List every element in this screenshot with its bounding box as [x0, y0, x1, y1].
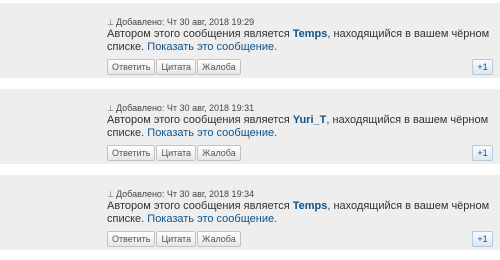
quote-button[interactable]: Цитата — [156, 145, 197, 161]
report-button[interactable]: Жалоба — [197, 59, 241, 75]
post-header: ⊥ Добавлено: Чт 30 авг, 2018 19:29 — [107, 17, 254, 27]
blocked-notice-text: Автором этого сообщения является — [107, 28, 293, 40]
post: ⊥ Добавлено: Чт 30 авг, 2018 19:29 Авторо… — [0, 3, 500, 78]
show-post-link[interactable]: Показать это сообщение. — [147, 127, 277, 139]
post-buttons: Ответить Цитата Жалоба — [107, 59, 242, 75]
post-header: ⊥ Добавлено: Чт 30 авг, 2018 19:31 — [107, 103, 254, 113]
blocked-notice-text: Автором этого сообщения является — [107, 200, 293, 212]
profile-icon: ⊥ — [107, 104, 114, 113]
post-body: Автором этого сообщения является Temps, … — [107, 28, 492, 54]
quote-button[interactable]: Цитата — [156, 231, 197, 247]
post-buttons: Ответить Цитата Жалоба — [107, 231, 242, 247]
plus-one-button[interactable]: +1 — [472, 145, 493, 161]
post-header: ⊥ Добавлено: Чт 30 авг, 2018 19:34 — [107, 189, 254, 199]
reply-button[interactable]: Ответить — [107, 59, 156, 75]
profile-icon: ⊥ — [107, 190, 114, 199]
reply-button[interactable]: Ответить — [107, 231, 156, 247]
show-post-link[interactable]: Показать это сообщение. — [147, 213, 277, 225]
report-button[interactable]: Жалоба — [197, 145, 241, 161]
post-buttons: Ответить Цитата Жалоба — [107, 145, 242, 161]
plus-one-button[interactable]: +1 — [472, 59, 493, 75]
post: ⊥ Добавлено: Чт 30 авг, 2018 19:34 Авторо… — [0, 175, 500, 250]
report-button[interactable]: Жалоба — [197, 231, 241, 247]
post-date: Добавлено: Чт 30 авг, 2018 19:31 — [115, 103, 255, 113]
post-date: Добавлено: Чт 30 авг, 2018 19:29 — [115, 17, 255, 27]
profile-icon: ⊥ — [107, 18, 114, 27]
post-body: Автором этого сообщения является Temps, … — [107, 200, 492, 226]
post: ⊥ Добавлено: Чт 30 авг, 2018 19:31 Авторо… — [0, 89, 500, 164]
show-post-link[interactable]: Показать это сообщение. — [147, 41, 277, 53]
quote-button[interactable]: Цитата — [156, 59, 197, 75]
reply-button[interactable]: Ответить — [107, 145, 156, 161]
blocked-notice-text: Автором этого сообщения является — [107, 114, 293, 126]
author-link[interactable]: Temps — [293, 28, 328, 40]
plus-one-button[interactable]: +1 — [472, 231, 493, 247]
post-date: Добавлено: Чт 30 авг, 2018 19:34 — [115, 189, 255, 199]
author-link[interactable]: Yuri_T — [293, 114, 327, 126]
post-body: Автором этого сообщения является Yuri_T,… — [107, 114, 492, 140]
author-link[interactable]: Temps — [293, 200, 328, 212]
